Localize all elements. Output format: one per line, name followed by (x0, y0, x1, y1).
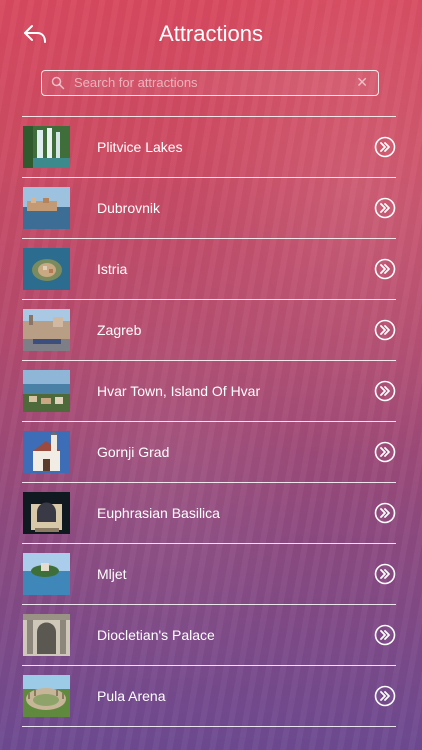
list-item[interactable]: Istria (22, 239, 396, 300)
list-item-label: Plitvice Lakes (97, 139, 183, 155)
list-item[interactable]: Pula Arena (22, 666, 396, 727)
double-chevron-right-icon[interactable] (374, 502, 396, 524)
search-icon (51, 76, 65, 90)
list-item-label: Dubrovnik (97, 200, 161, 216)
double-chevron-right-icon[interactable] (374, 258, 396, 280)
list-item-label: Gornji Grad (97, 444, 170, 460)
double-chevron-right-icon[interactable] (374, 319, 396, 341)
list-item[interactable]: Zagreb (22, 300, 396, 361)
list-item-label: Zagreb (97, 322, 142, 338)
double-chevron-right-icon[interactable] (374, 380, 396, 402)
list-item[interactable]: Plitvice Lakes (22, 117, 396, 178)
list-item-label: Hvar Town, Island Of Hvar (97, 383, 261, 399)
lake-island-photo (23, 553, 70, 595)
list-item[interactable]: Diocletian's Palace (22, 605, 396, 666)
list-item-label: Euphrasian Basilica (97, 505, 220, 521)
list-item-label: Mljet (97, 566, 127, 582)
amphitheater-photo (23, 675, 70, 717)
list-item[interactable]: Hvar Town, Island Of Hvar (22, 361, 396, 422)
list-item[interactable]: Dubrovnik (22, 178, 396, 239)
attractions-list: Plitvice Lakes Dubrovnik Istria Zagreb H… (22, 116, 396, 727)
church-photo (23, 431, 70, 473)
coastal-town-photo (23, 187, 70, 229)
island-aerial-photo (23, 248, 70, 290)
page-title: Attractions (159, 21, 263, 46)
double-chevron-right-icon[interactable] (374, 136, 396, 158)
list-item[interactable]: Gornji Grad (22, 422, 396, 483)
double-chevron-right-icon[interactable] (374, 685, 396, 707)
close-icon[interactable]: ✕ (356, 74, 368, 90)
list-item-label: Istria (97, 261, 128, 277)
double-chevron-right-icon[interactable] (374, 197, 396, 219)
search-input[interactable] (74, 71, 344, 94)
search-bar: ✕ (41, 70, 379, 96)
basilica-photo (23, 492, 70, 534)
double-chevron-right-icon[interactable] (374, 441, 396, 463)
waterfall-photo (23, 126, 70, 168)
harbor-view-photo (23, 370, 70, 412)
city-square-photo (23, 309, 70, 351)
double-chevron-right-icon[interactable] (374, 624, 396, 646)
list-item-label: Diocletian's Palace (97, 627, 215, 643)
list-item[interactable]: Mljet (22, 544, 396, 605)
header: Attractions (0, 0, 422, 64)
double-chevron-right-icon[interactable] (374, 563, 396, 585)
palace-ruins-photo (23, 614, 70, 656)
list-item-label: Pula Arena (97, 688, 166, 704)
list-item[interactable]: Euphrasian Basilica (22, 483, 396, 544)
